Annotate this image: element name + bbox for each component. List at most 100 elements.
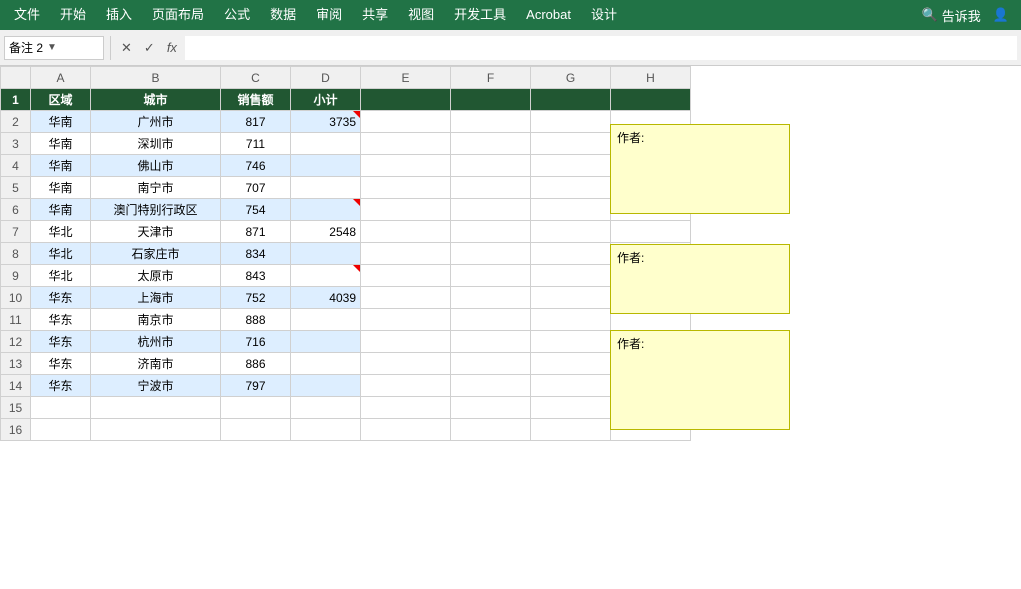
cell-a7[interactable]: 华北: [31, 221, 91, 243]
cell-g7[interactable]: [531, 221, 611, 243]
confirm-button[interactable]: ✓: [140, 40, 159, 56]
menu-share[interactable]: 共享: [352, 0, 398, 30]
cell-f6[interactable]: [451, 199, 531, 221]
cell-c3[interactable]: 711: [221, 133, 291, 155]
cell-f16[interactable]: [451, 419, 531, 441]
cell-f11[interactable]: [451, 309, 531, 331]
search-label[interactable]: 告诉我: [942, 6, 981, 25]
cell-d14[interactable]: [291, 375, 361, 397]
cell-f8[interactable]: [451, 243, 531, 265]
menu-home[interactable]: 开始: [50, 0, 96, 30]
cell-e16[interactable]: [361, 419, 451, 441]
cell-b4[interactable]: 佛山市: [91, 155, 221, 177]
cell-f7[interactable]: [451, 221, 531, 243]
cell-a15[interactable]: [31, 397, 91, 419]
cell-d7[interactable]: 2548: [291, 221, 361, 243]
col-header-e[interactable]: E: [361, 67, 451, 89]
cell-d9[interactable]: [291, 265, 361, 287]
cell-d15[interactable]: [291, 397, 361, 419]
cell-f15[interactable]: [451, 397, 531, 419]
cell-c12[interactable]: 716: [221, 331, 291, 353]
col-header-a[interactable]: A: [31, 67, 91, 89]
cell-f4[interactable]: [451, 155, 531, 177]
cell-d16[interactable]: [291, 419, 361, 441]
cell-a5[interactable]: 华南: [31, 177, 91, 199]
cell-b15[interactable]: [91, 397, 221, 419]
cell-d3[interactable]: [291, 133, 361, 155]
col-header-b[interactable]: B: [91, 67, 221, 89]
cell-b8[interactable]: 石家庄市: [91, 243, 221, 265]
cell-b1[interactable]: 城市: [91, 89, 221, 111]
cell-d6[interactable]: [291, 199, 361, 221]
menu-review[interactable]: 审阅: [306, 0, 352, 30]
cell-a10[interactable]: 华东: [31, 287, 91, 309]
cell-g14[interactable]: [531, 375, 611, 397]
cell-d8[interactable]: [291, 243, 361, 265]
cell-c13[interactable]: 886: [221, 353, 291, 375]
menu-design[interactable]: 设计: [581, 0, 627, 30]
cell-g9[interactable]: [531, 265, 611, 287]
cell-f3[interactable]: [451, 133, 531, 155]
cell-e3[interactable]: [361, 133, 451, 155]
cell-f1[interactable]: [451, 89, 531, 111]
cell-e2[interactable]: [361, 111, 451, 133]
cell-g8[interactable]: [531, 243, 611, 265]
col-header-d[interactable]: D: [291, 67, 361, 89]
cell-b6[interactable]: 澳门特别行政区: [91, 199, 221, 221]
cell-c8[interactable]: 834: [221, 243, 291, 265]
cell-c11[interactable]: 888: [221, 309, 291, 331]
menu-insert[interactable]: 插入: [96, 0, 142, 30]
cell-h7[interactable]: [611, 221, 691, 243]
cell-d13[interactable]: [291, 353, 361, 375]
cell-e5[interactable]: [361, 177, 451, 199]
cell-c15[interactable]: [221, 397, 291, 419]
menu-acrobat[interactable]: Acrobat: [516, 0, 581, 30]
cell-e15[interactable]: [361, 397, 451, 419]
cell-f10[interactable]: [451, 287, 531, 309]
cell-b13[interactable]: 济南市: [91, 353, 221, 375]
cell-a4[interactable]: 华南: [31, 155, 91, 177]
cell-g3[interactable]: [531, 133, 611, 155]
cell-b16[interactable]: [91, 419, 221, 441]
cell-d2[interactable]: 3735: [291, 111, 361, 133]
cell-b7[interactable]: 天津市: [91, 221, 221, 243]
cell-e1[interactable]: [361, 89, 451, 111]
cell-g6[interactable]: [531, 199, 611, 221]
cell-b5[interactable]: 南宁市: [91, 177, 221, 199]
cell-g1[interactable]: [531, 89, 611, 111]
col-header-c[interactable]: C: [221, 67, 291, 89]
cancel-button[interactable]: ✕: [117, 40, 136, 56]
cell-h1[interactable]: [611, 89, 691, 111]
cell-f9[interactable]: [451, 265, 531, 287]
menu-view[interactable]: 视图: [398, 0, 444, 30]
cell-a13[interactable]: 华东: [31, 353, 91, 375]
cell-c16[interactable]: [221, 419, 291, 441]
cell-b14[interactable]: 宁波市: [91, 375, 221, 397]
cell-e4[interactable]: [361, 155, 451, 177]
name-box[interactable]: 备注 2 ▼: [4, 36, 104, 60]
cell-f13[interactable]: [451, 353, 531, 375]
col-header-g[interactable]: G: [531, 67, 611, 89]
cell-d5[interactable]: [291, 177, 361, 199]
cell-b12[interactable]: 杭州市: [91, 331, 221, 353]
cell-g16[interactable]: [531, 419, 611, 441]
cell-a9[interactable]: 华北: [31, 265, 91, 287]
cell-e12[interactable]: [361, 331, 451, 353]
cell-f2[interactable]: [451, 111, 531, 133]
cell-f12[interactable]: [451, 331, 531, 353]
cell-c14[interactable]: 797: [221, 375, 291, 397]
cell-g13[interactable]: [531, 353, 611, 375]
cell-e13[interactable]: [361, 353, 451, 375]
cell-d11[interactable]: [291, 309, 361, 331]
menu-formula[interactable]: 公式: [214, 0, 260, 30]
cell-g12[interactable]: [531, 331, 611, 353]
cell-a11[interactable]: 华东: [31, 309, 91, 331]
cell-e7[interactable]: [361, 221, 451, 243]
cell-c6[interactable]: 754: [221, 199, 291, 221]
cell-d10[interactable]: 4039: [291, 287, 361, 309]
cell-f5[interactable]: [451, 177, 531, 199]
cell-d4[interactable]: [291, 155, 361, 177]
cell-c4[interactable]: 746: [221, 155, 291, 177]
cell-g4[interactable]: [531, 155, 611, 177]
col-header-h[interactable]: H: [611, 67, 691, 89]
